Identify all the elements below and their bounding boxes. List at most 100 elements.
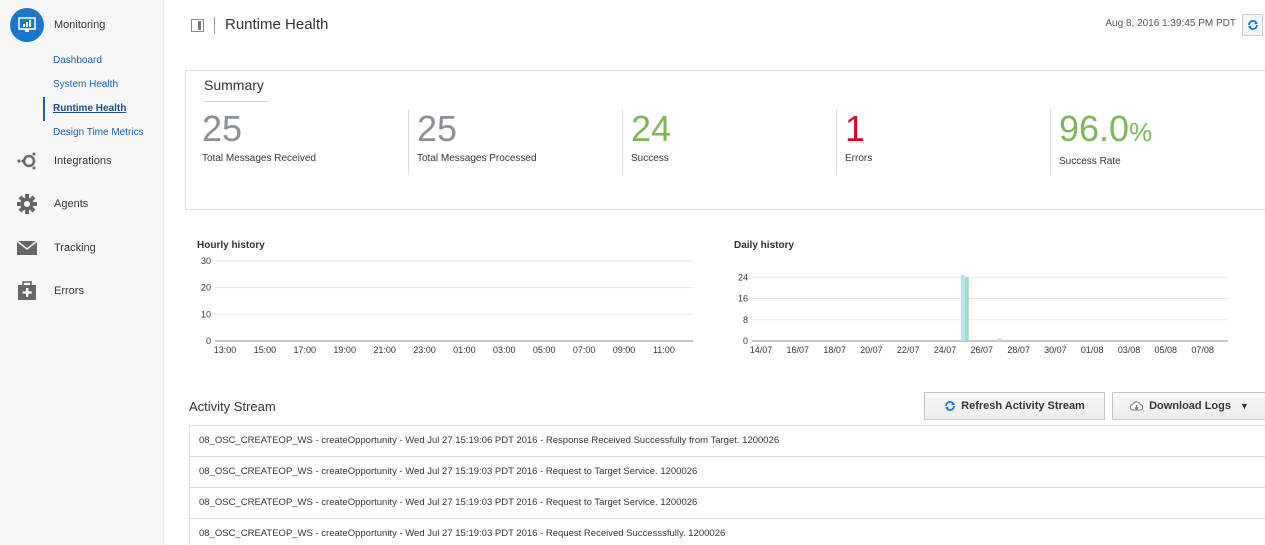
metric-value-wrap: 96.0% bbox=[1059, 109, 1152, 152]
download-logs-label: Download Logs bbox=[1149, 400, 1231, 412]
y-tick-label: 16 bbox=[738, 294, 748, 304]
cloud-download-icon bbox=[1129, 400, 1144, 412]
summary-panel: Summary 25 Total Messages Received 25 To… bbox=[185, 70, 1265, 210]
y-tick-label: 0 bbox=[206, 336, 211, 346]
download-logs-button[interactable]: Download Logs ▼ bbox=[1112, 392, 1265, 420]
refresh-icon bbox=[944, 400, 956, 412]
x-tick-label: 30/07 bbox=[1044, 345, 1067, 355]
panel-toggle-icon[interactable] bbox=[191, 19, 204, 32]
x-tick-label: 01/08 bbox=[1081, 345, 1104, 355]
metric-label: Total Messages Processed bbox=[417, 153, 537, 164]
activity-stream-row[interactable]: 08_OSC_CREATEOP_WS - createOpportunity -… bbox=[189, 456, 1265, 487]
activity-stream-title: Activity Stream bbox=[189, 399, 276, 414]
activity-stream-row[interactable]: 08_OSC_CREATEOP_WS - createOpportunity -… bbox=[189, 487, 1265, 518]
activity-stream-row[interactable]: 08_OSC_CREATEOP_WS - createOpportunity -… bbox=[189, 518, 1265, 545]
nav-agents-label: Agents bbox=[54, 198, 89, 210]
y-tick-label: 30 bbox=[201, 256, 211, 266]
x-tick-label: 07/08 bbox=[1191, 345, 1214, 355]
subnav-system-health[interactable]: System Health bbox=[43, 73, 144, 97]
nav-errors[interactable]: Errors bbox=[10, 279, 84, 303]
y-tick-label: 10 bbox=[201, 309, 211, 319]
metric-value: 24 bbox=[631, 108, 672, 149]
x-tick-label: 26/07 bbox=[971, 345, 994, 355]
daily-history-chart: Daily history 0 8 16 24 14/07 16/07 18/07 20/07… bbox=[734, 240, 1234, 360]
x-tick-label: 07:00 bbox=[573, 345, 596, 355]
activity-stream-list: 08_OSC_CREATEOP_WS - createOpportunity -… bbox=[189, 425, 1265, 545]
metric-value: 96.0 bbox=[1059, 108, 1130, 149]
metric-errors: 1 Errors bbox=[836, 109, 872, 175]
nav-monitoring[interactable]: Monitoring bbox=[10, 8, 105, 42]
metric-value: 25 bbox=[417, 108, 458, 149]
x-tick-label: 13:00 bbox=[214, 345, 237, 355]
x-tick-label: 11:00 bbox=[653, 345, 675, 355]
x-tick-label: 17:00 bbox=[294, 345, 317, 355]
last-updated-timestamp: Aug 8, 2016 1:39:45 PM PDT bbox=[1105, 18, 1236, 29]
sidebar: Monitoring Dashboard System Health Runti… bbox=[0, 0, 164, 545]
app-window: Monitoring Dashboard System Health Runti… bbox=[0, 0, 1265, 545]
metric-success: 24 Success bbox=[622, 109, 671, 175]
y-tick-label: 20 bbox=[201, 283, 211, 293]
refresh-button[interactable] bbox=[1242, 14, 1263, 36]
x-tick-label: 23:00 bbox=[413, 345, 436, 355]
refresh-activity-stream-label: Refresh Activity Stream bbox=[961, 400, 1085, 412]
subnav-dashboard[interactable]: Dashboard bbox=[43, 49, 144, 73]
metric-total-received: 25 Total Messages Received bbox=[202, 109, 316, 175]
x-tick-label: 19:00 bbox=[333, 345, 356, 355]
refresh-activity-stream-button[interactable]: Refresh Activity Stream bbox=[924, 392, 1105, 420]
x-tick-label: 15:00 bbox=[254, 345, 277, 355]
header: Runtime Health Aug 8, 2016 1:39:45 PM PD… bbox=[165, 0, 1265, 52]
chevron-down-icon: ▼ bbox=[1239, 401, 1249, 411]
activity-stream-row[interactable]: 08_OSC_CREATEOP_WS - createOpportunity -… bbox=[189, 425, 1265, 456]
metric-value: 25 bbox=[202, 108, 243, 149]
x-tick-label: 03/08 bbox=[1118, 345, 1141, 355]
header-divider bbox=[214, 17, 215, 34]
x-tick-label: 24/07 bbox=[934, 345, 957, 355]
monitoring-subnav: Dashboard System Health Runtime Health D… bbox=[43, 49, 144, 145]
x-tick-label: 05:00 bbox=[533, 345, 556, 355]
daily-chart-plot: 0 8 16 24 14/07 16/07 18/07 20/07 22/07 24/07 26/0… bbox=[738, 272, 1228, 355]
hourly-history-chart: Hourly history 0 10 20 30 13:00 15:00 17:00 19:… bbox=[197, 240, 697, 360]
page-title: Runtime Health bbox=[225, 16, 329, 33]
bar bbox=[960, 274, 965, 341]
x-tick-label: 20/07 bbox=[860, 345, 883, 355]
first-aid-kit-icon bbox=[10, 279, 44, 303]
x-tick-label: 09:00 bbox=[613, 345, 636, 355]
integrations-icon bbox=[10, 149, 44, 173]
x-tick-label: 03:00 bbox=[493, 345, 516, 355]
metric-total-processed: 25 Total Messages Processed bbox=[408, 109, 537, 175]
x-tick-label: 16/07 bbox=[787, 345, 810, 355]
hourly-chart-plot: 0 10 20 30 13:00 15:00 17:00 19:00 21:00 23:00 01:… bbox=[201, 256, 693, 355]
x-tick-label: 21:00 bbox=[373, 345, 396, 355]
metric-success-rate: 96.0% Success Rate bbox=[1050, 109, 1152, 175]
nav-agents[interactable]: Agents bbox=[10, 192, 88, 216]
subnav-runtime-health[interactable]: Runtime Health bbox=[43, 97, 144, 121]
metric-label: Success Rate bbox=[1059, 156, 1121, 167]
metric-label: Total Messages Received bbox=[202, 153, 316, 164]
envelope-icon bbox=[10, 236, 44, 260]
y-tick-label: 24 bbox=[738, 272, 748, 282]
refresh-icon bbox=[1247, 20, 1258, 30]
summary-title: Summary bbox=[204, 77, 268, 102]
x-tick-label: 28/07 bbox=[1007, 345, 1030, 355]
nav-errors-label: Errors bbox=[54, 285, 84, 297]
bar bbox=[997, 338, 1002, 341]
nav-monitoring-label: Monitoring bbox=[54, 19, 106, 31]
metric-unit: % bbox=[1129, 117, 1153, 147]
monitor-chart-icon bbox=[10, 8, 44, 42]
x-tick-label: 01:00 bbox=[453, 345, 476, 355]
x-tick-label: 22/07 bbox=[897, 345, 920, 355]
bar bbox=[964, 277, 969, 341]
metric-label: Success bbox=[631, 153, 669, 164]
gear-icon bbox=[10, 192, 44, 216]
nav-integrations[interactable]: Integrations bbox=[10, 149, 111, 173]
nav-tracking[interactable]: Tracking bbox=[10, 236, 96, 260]
nav-tracking-label: Tracking bbox=[54, 242, 96, 254]
metric-value: 1 bbox=[845, 108, 866, 149]
x-tick-label: 05/08 bbox=[1155, 345, 1178, 355]
y-tick-label: 0 bbox=[743, 336, 748, 346]
subnav-design-time-metrics[interactable]: Design Time Metrics bbox=[43, 121, 144, 145]
x-tick-label: 18/07 bbox=[823, 345, 846, 355]
metric-label: Errors bbox=[845, 153, 873, 164]
nav-integrations-label: Integrations bbox=[54, 155, 112, 167]
y-tick-label: 8 bbox=[743, 315, 748, 325]
